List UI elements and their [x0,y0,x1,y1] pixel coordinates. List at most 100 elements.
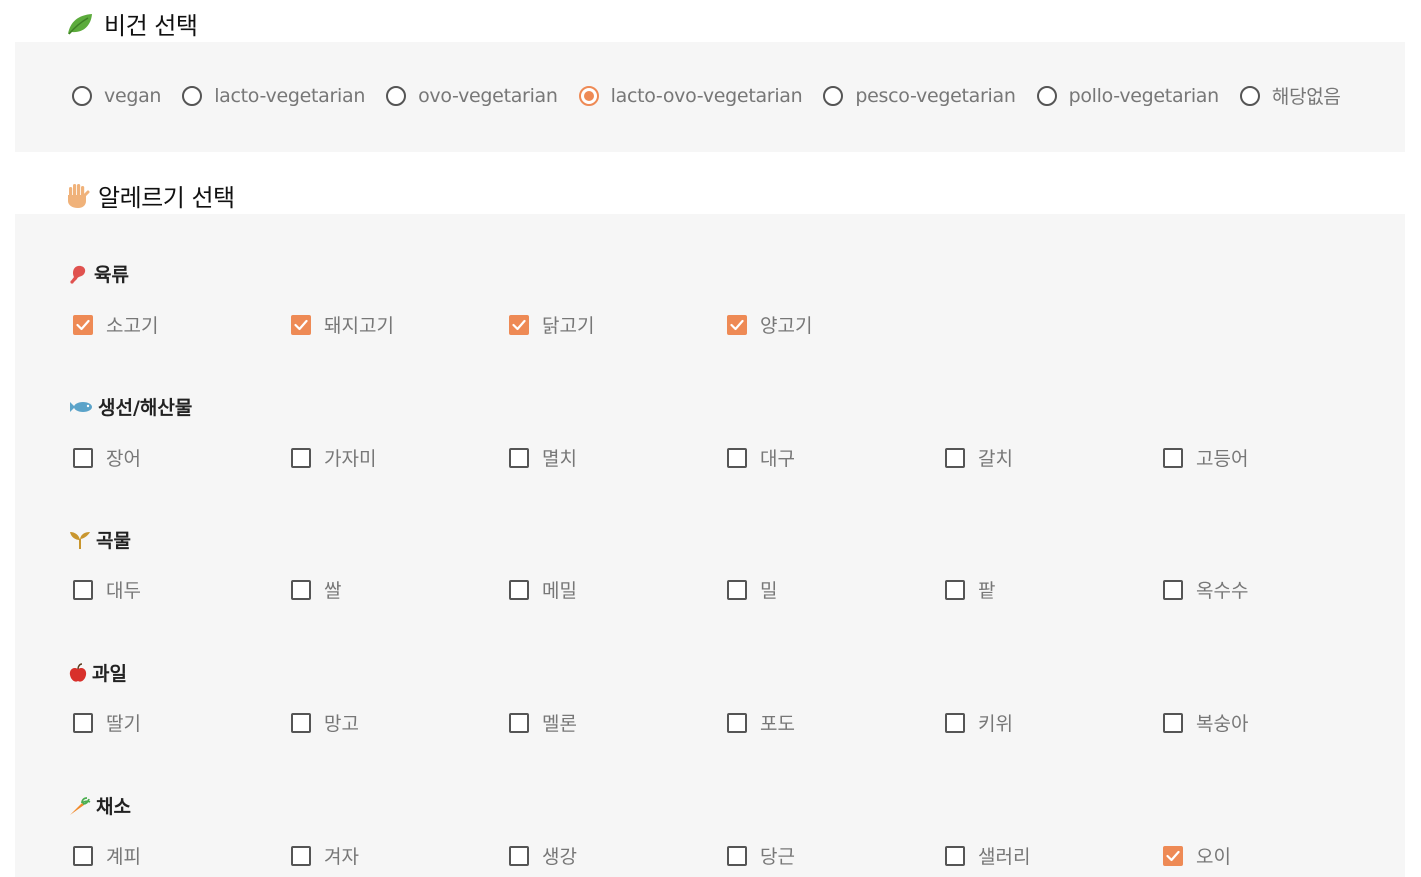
checkbox-label: 옥수수 [1196,580,1249,602]
checkbox[interactable] [945,447,965,468]
radio-button[interactable] [386,85,407,106]
checkbox-label: 고등어 [1196,448,1249,470]
checkbox-label: 대두 [106,580,141,602]
checkbox-label: 겨자 [324,846,359,868]
allergy-checkbox-item[interactable]: 장어 [73,444,141,471]
radio-button[interactable] [578,85,599,106]
checkbox[interactable] [291,845,311,866]
checkbox-checked[interactable] [291,314,311,335]
checkbox-label: 장어 [106,448,141,470]
checkbox-checked[interactable] [727,314,747,335]
checkbox[interactable] [945,845,965,866]
checkbox-label: 계피 [106,846,141,868]
checkbox[interactable] [509,712,529,733]
checkbox-label: 포도 [760,713,795,735]
vegan-title-text: 비건 선택 [104,12,198,40]
radio-label: lacto-vegetarian [214,84,366,107]
checkbox[interactable] [945,712,965,733]
checkbox[interactable] [727,845,747,866]
allergy-checkbox-item[interactable]: 양고기 [727,311,812,338]
allergy-checkbox-item[interactable]: 샐러리 [945,842,1030,869]
sprout-icon [69,530,91,550]
radio-label: 해당없음 [1271,86,1341,108]
allergy-checkbox-item[interactable]: 포도 [727,709,795,736]
vegan-option-lacto-ovo-vegetarian[interactable]: lacto-ovo-vegetarian [578,85,803,107]
vegan-option-pollo-vegetarian[interactable]: pollo-vegetarian [1036,84,1220,107]
checkbox-label: 멜론 [542,713,577,735]
apple-icon [69,662,87,683]
allergy-checkbox-item[interactable]: 멜론 [509,709,577,736]
allergy-checkbox-item[interactable]: 쌀 [291,576,341,603]
checkbox[interactable] [73,845,93,866]
checkbox[interactable] [1163,447,1183,468]
checkbox[interactable] [73,712,93,733]
allergy-checkbox-item[interactable]: 팥 [945,576,995,603]
category-title: 곡물 [69,526,131,553]
allergy-checkbox-item[interactable]: 계피 [73,842,141,869]
checkbox-label: 딸기 [106,713,141,735]
checkbox-label: 갈치 [978,448,1013,470]
allergy-checkbox-item[interactable]: 고등어 [1163,444,1248,471]
raised-hand-icon [66,183,90,209]
allergy-checkbox-item[interactable]: 겨자 [291,842,359,869]
category-title: 과일 [69,659,127,686]
checkbox[interactable] [509,845,529,866]
allergy-checkbox-item[interactable]: 메밀 [509,576,577,603]
checkbox[interactable] [509,447,529,468]
checkbox[interactable] [73,447,93,468]
allergy-checkbox-item[interactable]: 대구 [727,444,795,471]
allergy-checkbox-item[interactable]: 밀 [727,576,777,603]
checkbox[interactable] [727,447,747,468]
allergy-checkbox-item[interactable]: 오이 [1163,842,1231,869]
allergy-checkbox-item[interactable]: 멸치 [509,444,577,471]
allergy-checkbox-item[interactable]: 갈치 [945,444,1013,471]
vegan-option-lacto-vegetarian[interactable]: lacto-vegetarian [182,85,365,107]
allergy-checkbox-item[interactable]: 딸기 [73,709,141,736]
allergy-checkbox-item[interactable]: 소고기 [73,311,158,338]
radio-button[interactable] [72,85,92,106]
allergy-panel [15,214,1405,877]
checkbox[interactable] [1163,579,1183,600]
vegan-option-vegan[interactable]: vegan [72,85,161,107]
checkbox[interactable] [291,579,311,600]
radio-button[interactable] [182,85,203,106]
checkbox[interactable] [945,579,965,600]
vegan-option-ovo-vegetarian[interactable]: ovo-vegetarian [386,85,558,107]
allergy-checkbox-item[interactable]: 닭고기 [509,311,594,338]
allergy-checkbox-item[interactable]: 옥수수 [1163,576,1248,603]
checkbox[interactable] [73,579,93,600]
vegan-option-해당없음[interactable]: 해당없음 [1239,82,1341,109]
allergy-checkbox-item[interactable]: 대두 [73,576,141,603]
vegan-option-pesco-vegetarian[interactable]: pesco-vegetarian [823,85,1016,107]
checkbox-label: 소고기 [106,315,159,337]
radio-button[interactable] [1239,85,1260,106]
allergy-checkbox-item[interactable]: 키위 [945,709,1013,736]
allergy-checkbox-item[interactable]: 복숭아 [1163,709,1248,736]
checkbox-label: 메밀 [542,580,577,602]
checkbox-checked[interactable] [1163,845,1183,866]
checkbox-label: 복숭아 [1196,713,1249,735]
leaf-icon [66,12,94,36]
allergy-checkbox-item[interactable]: 망고 [291,709,359,736]
allergy-checkbox-item[interactable]: 가자미 [291,444,376,471]
checkbox[interactable] [727,579,747,600]
checkbox[interactable] [1163,712,1183,733]
checkbox[interactable] [727,712,747,733]
checkbox[interactable] [291,712,311,733]
radio-label: pollo-vegetarian [1068,84,1220,107]
checkbox[interactable] [509,579,529,600]
checkbox-checked[interactable] [509,314,529,335]
radio-button[interactable] [1036,85,1057,106]
radio-button[interactable] [823,85,844,106]
allergy-checkbox-item[interactable]: 생강 [509,842,577,869]
category-title: 생선/해산물 [69,393,192,420]
checkbox-label: 망고 [324,713,359,735]
allergy-checkbox-item[interactable]: 당근 [727,842,795,869]
category-name: 육류 [94,264,129,286]
checkbox-label: 생강 [542,846,577,868]
checkbox-label: 돼지고기 [324,315,394,337]
checkbox-checked[interactable] [73,314,93,335]
allergy-checkbox-item[interactable]: 돼지고기 [291,311,394,338]
vegan-radio-group: vegan lacto-vegetarian ovo-vegetarian lacto… [72,82,1362,109]
checkbox[interactable] [291,447,311,468]
